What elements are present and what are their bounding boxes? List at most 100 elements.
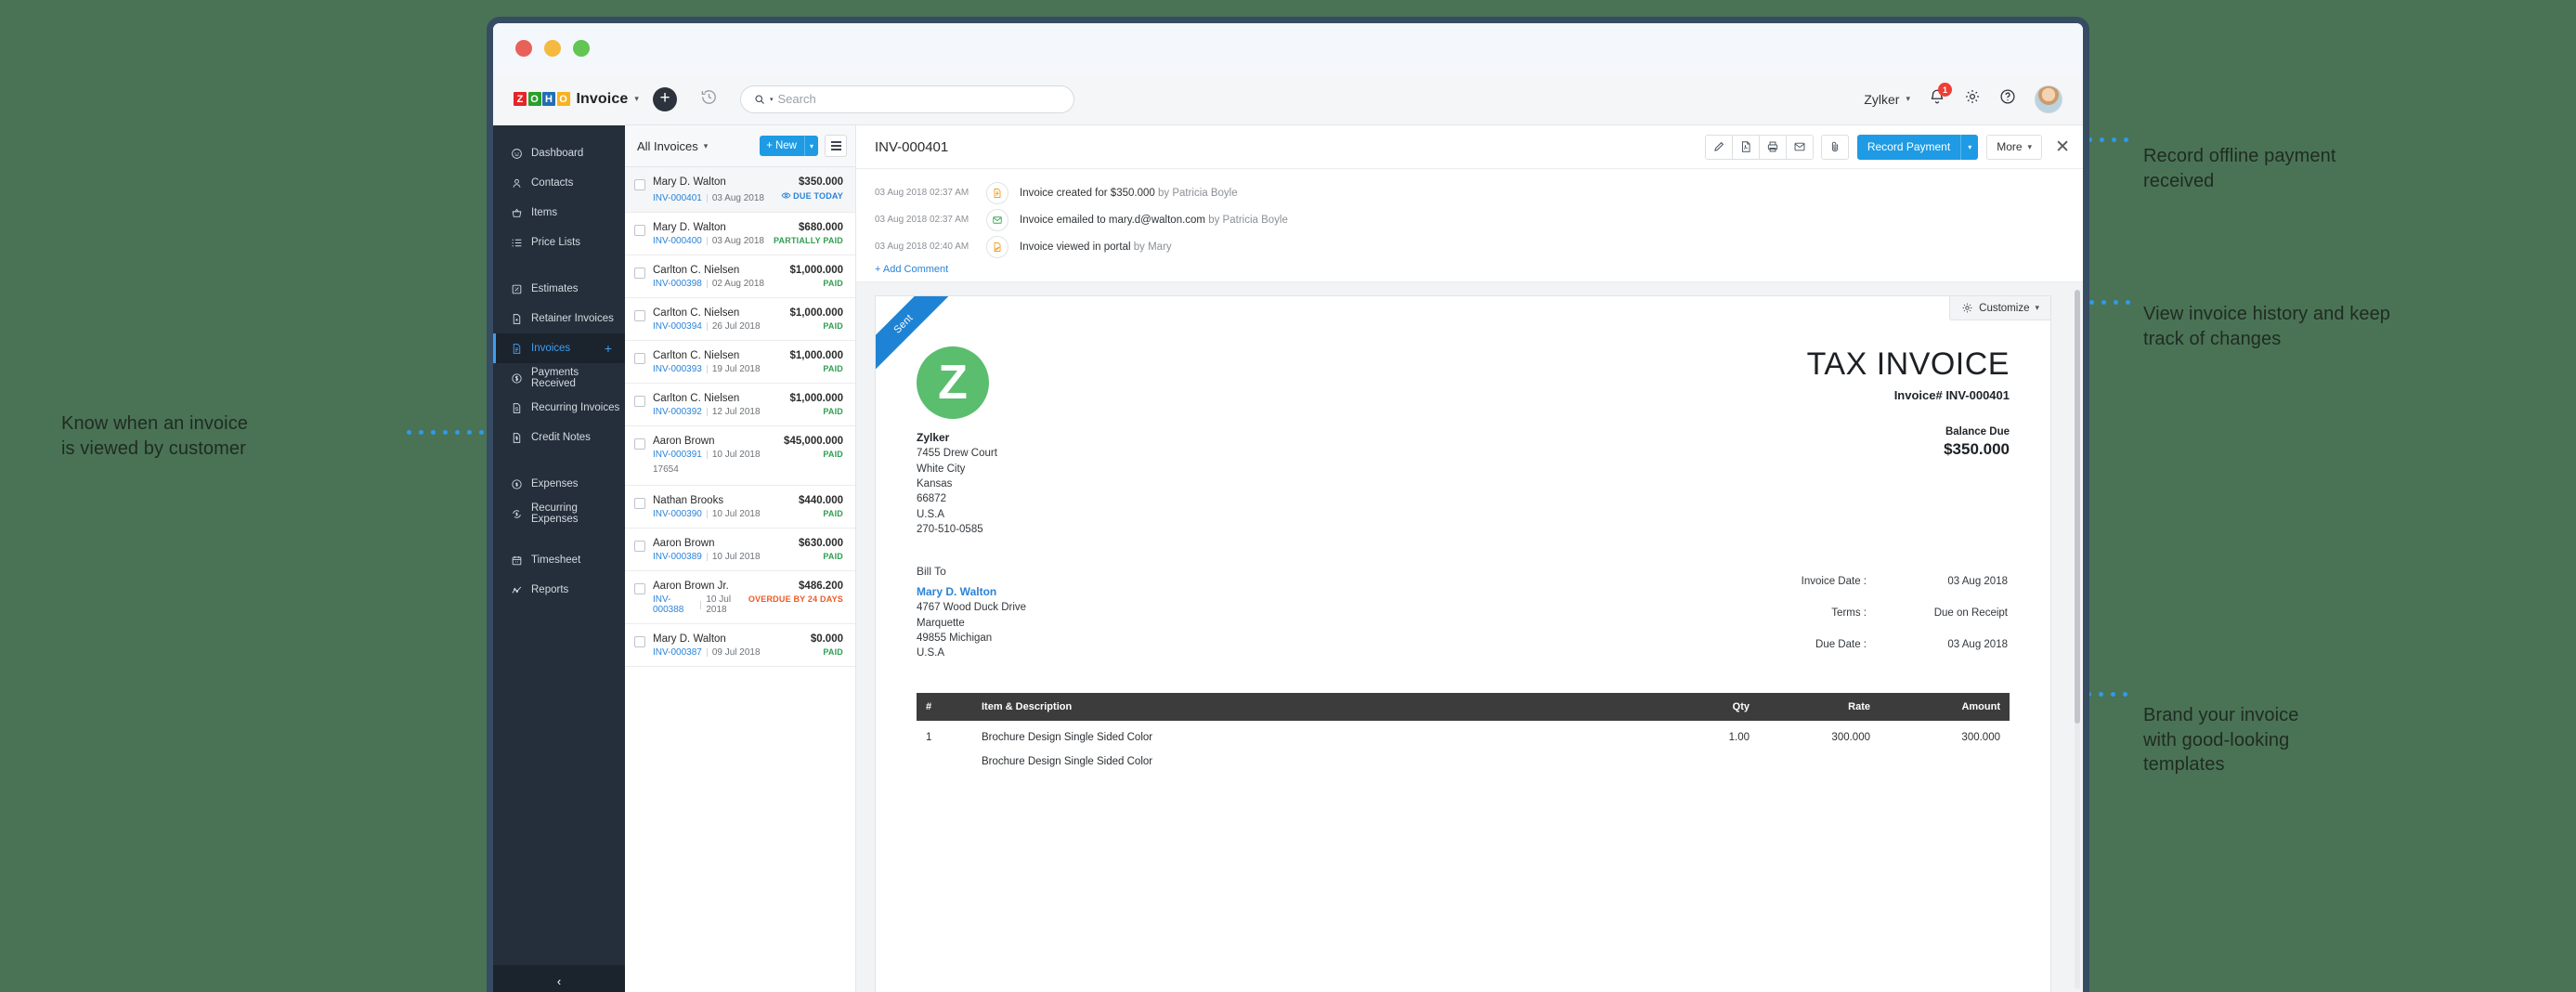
list-options-button[interactable] — [825, 135, 847, 157]
row-checkbox[interactable] — [634, 353, 645, 364]
email-icon[interactable] — [1785, 134, 1814, 160]
invoice-number[interactable]: INV-000389 — [653, 552, 702, 562]
quick-create-button[interactable]: + — [653, 86, 677, 111]
invoice-list-row[interactable]: Aaron Brown $45,000.000 INV-000391 10 Jul 2… — [625, 426, 855, 486]
invoice-list-row[interactable]: Mary D. Walton $680.000 INV-000400 03 Aug 2… — [625, 213, 855, 255]
annotation-left-line1: Know when an invoice — [61, 413, 249, 434]
invoice-number[interactable]: INV-000401 — [653, 193, 702, 203]
status-badge: PAID — [823, 647, 843, 657]
pdf-icon[interactable] — [1731, 134, 1760, 160]
document-scrollbar[interactable] — [2075, 290, 2080, 989]
row-checkbox[interactable] — [634, 636, 645, 647]
invoice-number[interactable]: INV-000391 — [653, 450, 702, 460]
new-invoice-dropdown-icon[interactable]: ▾ — [803, 136, 818, 156]
separator — [706, 194, 708, 202]
sidebar-item-reports[interactable]: Reports — [493, 575, 625, 605]
sidebar-item-estimates[interactable]: Estimates — [493, 274, 625, 304]
search-input[interactable]: ▾ Search — [740, 85, 1074, 113]
sidebar-item-payments-received[interactable]: Payments Received — [493, 363, 625, 393]
invoice-list-row[interactable]: Carlton C. Nielsen $1,000.000 INV-000398 02… — [625, 255, 855, 298]
sidebar-item-items[interactable]: Items — [493, 198, 625, 228]
attachment-icon[interactable] — [1820, 134, 1849, 160]
settings-button[interactable] — [1964, 88, 1981, 110]
row-checkbox[interactable] — [634, 225, 645, 236]
invoice-list-row[interactable]: Mary D. Walton $350.000 INV-000401 03 Aug 2… — [625, 167, 855, 213]
sidebar-item-label: Expenses — [531, 478, 579, 489]
invoice-list-row[interactable]: Carlton C. Nielsen $1,000.000 INV-000392 12… — [625, 384, 855, 426]
record-payment-label: Record Payment — [1867, 140, 1951, 153]
invoice-list-row[interactable]: Carlton C. Nielsen $1,000.000 INV-000393 19… — [625, 341, 855, 384]
minimize-window-button[interactable] — [544, 40, 561, 57]
row-checkbox[interactable] — [634, 438, 645, 450]
invoice-filter-dropdown[interactable]: All Invoices ▾ — [637, 139, 708, 153]
sidebar-item-invoices[interactable]: Invoices + — [493, 333, 625, 363]
record-payment-button[interactable]: Record Payment ▾ — [1856, 134, 1979, 160]
collapse-sidebar-button[interactable]: ‹ — [493, 965, 625, 992]
invoice-number[interactable]: INV-000393 — [653, 364, 702, 374]
invoice-list-row[interactable]: Mary D. Walton $0.000 INV-000387 09 Jul 201… — [625, 624, 855, 667]
invoice-date: 09 Jul 2018 — [711, 647, 761, 658]
sidebar-item-credit-notes[interactable]: Credit Notes — [493, 423, 625, 452]
search-scope-chevron-icon[interactable]: ▾ — [770, 96, 774, 103]
close-detail-button[interactable]: ✕ — [2055, 138, 2070, 156]
invoice-filter-label: All Invoices — [637, 138, 698, 153]
organization-switcher[interactable]: Zylker ▾ — [1864, 92, 1910, 107]
invoice-number[interactable]: INV-000392 — [653, 407, 702, 417]
sidebar-item-recurring-invoices[interactable]: Recurring Invoices — [493, 393, 625, 423]
expense-icon — [511, 478, 523, 490]
sidebar-item-dashboard[interactable]: Dashboard — [493, 138, 625, 168]
bill-to-name[interactable]: Mary D. Walton — [917, 585, 1026, 598]
recent-activity-icon[interactable] — [700, 88, 718, 111]
annotation-right-3: Brand your invoice with good-looking tem… — [2143, 703, 2533, 777]
customize-button[interactable]: Customize ▾ — [1949, 296, 2050, 320]
add-comment-link[interactable]: + Add Comment — [875, 264, 2083, 275]
sidebar-item-contacts[interactable]: Contacts — [493, 168, 625, 198]
invoice-list-row[interactable]: Nathan Brooks $440.000 INV-000390 10 Jul 20… — [625, 486, 855, 529]
sent-ribbon-label: Sent — [876, 296, 956, 376]
invoice-list-row[interactable]: Carlton C. Nielsen $1,000.000 INV-000394 26… — [625, 298, 855, 341]
more-button[interactable]: More ▾ — [1986, 134, 2043, 160]
separator — [706, 280, 708, 288]
invoice-number[interactable]: INV-000394 — [653, 321, 702, 332]
sidebar-item-price-lists[interactable]: Price Lists — [493, 228, 625, 257]
add-invoice-icon[interactable]: + — [605, 341, 612, 356]
sidebar-item-timesheet[interactable]: Timesheet — [493, 545, 625, 575]
row-checkbox[interactable] — [634, 179, 645, 190]
edit-pencil-icon[interactable] — [1704, 134, 1733, 160]
invoice-number[interactable]: INV-000388 — [653, 594, 696, 615]
sidebar-item-expenses[interactable]: Expenses — [493, 469, 625, 499]
invoice-list-row[interactable]: Aaron Brown $630.000 INV-000389 10 Jul 2018… — [625, 529, 855, 571]
customer-name: Aaron Brown — [653, 436, 715, 447]
invoice-number[interactable]: INV-000400 — [653, 236, 702, 246]
invoice-list-row[interactable]: Aaron Brown Jr. $486.200 INV-000388 10 Jul … — [625, 571, 855, 624]
sidebar-item-retainer-invoices[interactable]: Retainer Invoices — [493, 304, 625, 333]
gear-icon — [1965, 89, 1980, 104]
sidebar-item-recurring-expenses[interactable]: Recurring Expenses — [493, 499, 625, 529]
user-avatar[interactable] — [2035, 85, 2062, 113]
help-button[interactable] — [1999, 88, 2016, 110]
invoice-date: 26 Jul 2018 — [711, 321, 761, 332]
row-checkbox[interactable] — [634, 498, 645, 509]
row-checkbox[interactable] — [634, 396, 645, 407]
items-header-description: Item & Description — [972, 692, 1657, 721]
invoice-meta-row: Terms : Due on Receipt — [1802, 598, 2008, 628]
invoice-number[interactable]: INV-000387 — [653, 647, 702, 658]
print-icon[interactable] — [1758, 134, 1787, 160]
record-payment-dropdown-icon[interactable]: ▾ — [1960, 134, 1978, 160]
new-invoice-button[interactable]: + New ▾ — [760, 136, 818, 156]
close-window-button[interactable] — [515, 40, 532, 57]
brand-logo[interactable]: Z O H O Invoice ▾ — [493, 72, 639, 125]
invoice-meta-key: Terms : — [1831, 607, 1867, 619]
invoice-number[interactable]: INV-000390 — [653, 509, 702, 519]
sidebar-item-label: Dashboard — [531, 148, 584, 159]
row-checkbox[interactable] — [634, 541, 645, 552]
row-checkbox[interactable] — [634, 310, 645, 321]
status-badge: PARTIALLY PAID — [774, 236, 843, 245]
invoice-number[interactable]: INV-000398 — [653, 279, 702, 289]
row-checkbox[interactable] — [634, 268, 645, 279]
maximize-window-button[interactable] — [573, 40, 590, 57]
row-checkbox[interactable] — [634, 583, 645, 594]
invoice-meta-value: 03 Aug 2018 — [1947, 638, 2008, 650]
notifications-button[interactable]: 1 — [1929, 83, 1952, 110]
invoice-date: 03 Aug 2018 — [711, 236, 764, 246]
